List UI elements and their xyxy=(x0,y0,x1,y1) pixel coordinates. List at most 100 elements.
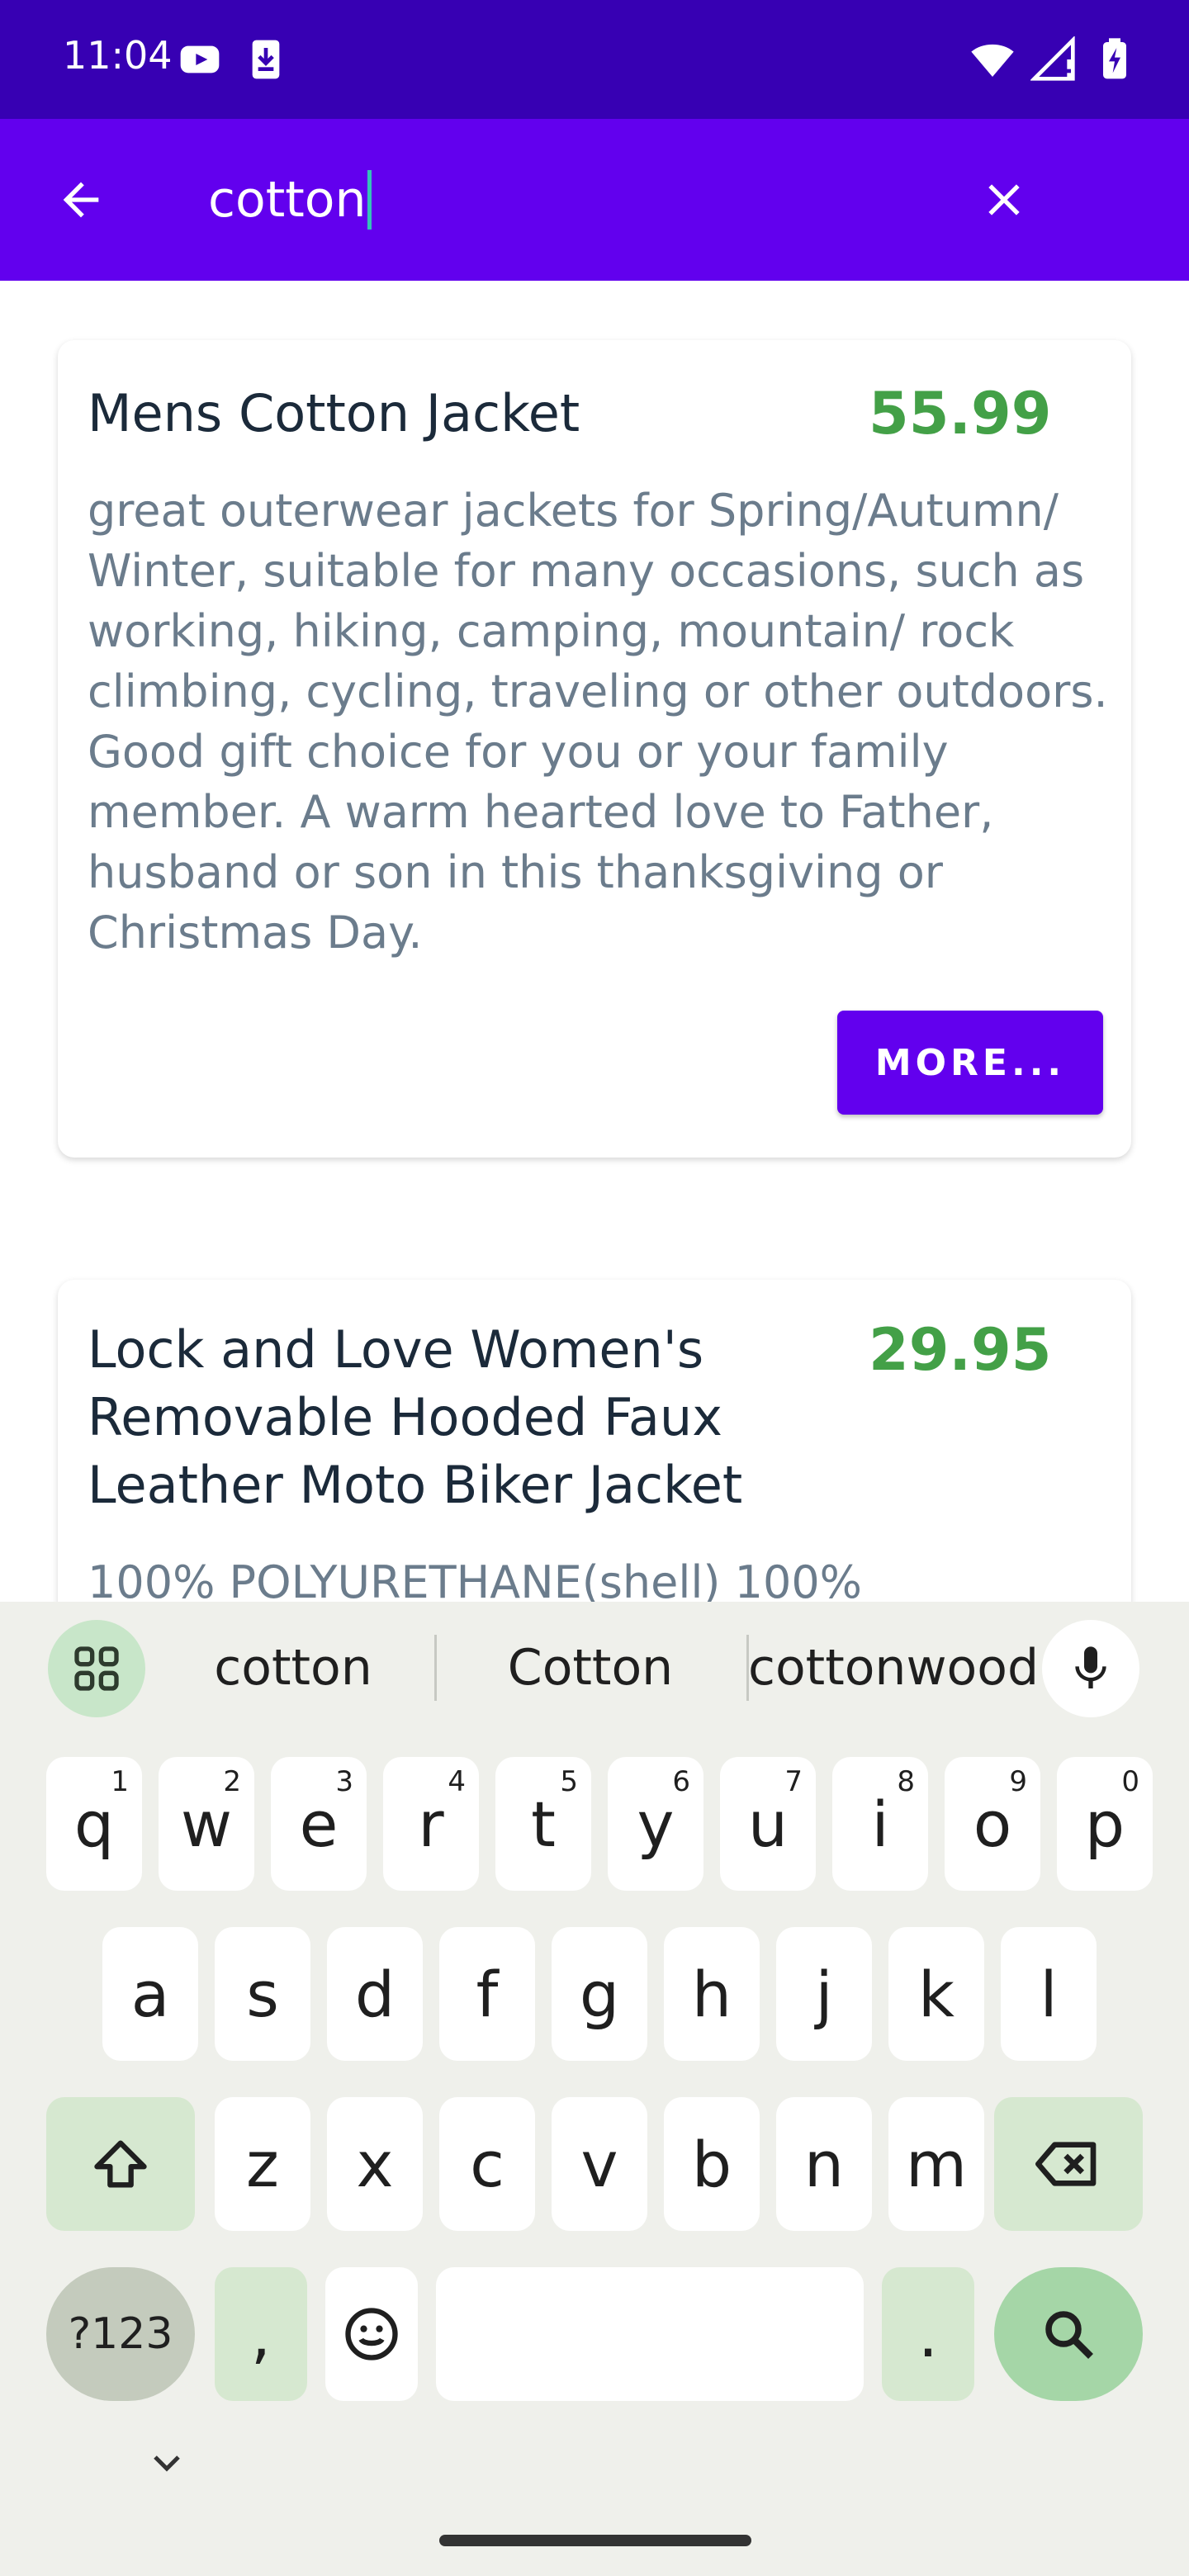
key-label: a xyxy=(130,1957,170,2031)
key-hint: 6 xyxy=(672,1765,690,1798)
on-screen-keyboard: cotton Cotton cottonwood ?123 , . q1w2e3… xyxy=(0,1602,1189,2576)
key-t[interactable]: t5 xyxy=(495,1757,591,1891)
key-o[interactable]: o9 xyxy=(945,1757,1040,1891)
key-hint: 3 xyxy=(335,1765,353,1798)
key-x[interactable]: x xyxy=(327,2097,423,2231)
suggestion-1[interactable]: cotton xyxy=(165,1602,421,1734)
product-card[interactable]: Lock and Love Women's Removable Hooded F… xyxy=(58,1280,1131,1602)
backspace-key[interactable] xyxy=(994,2097,1143,2231)
period-key[interactable]: . xyxy=(882,2267,974,2401)
product-description: 100% POLYURETHANE(shell) 100% xyxy=(88,1556,862,1602)
suggestion-divider xyxy=(434,1635,437,1701)
key-d[interactable]: d xyxy=(327,1927,423,2061)
key-label: m xyxy=(905,2127,968,2201)
arrow-back-icon xyxy=(63,182,99,218)
key-z[interactable]: z xyxy=(215,2097,310,2231)
text-cursor xyxy=(367,170,372,230)
suggestion-3[interactable]: cottonwood xyxy=(748,1602,1039,1734)
key-c[interactable]: c xyxy=(439,2097,535,2231)
wifi-icon xyxy=(969,36,1016,87)
key-n[interactable]: n xyxy=(776,2097,872,2231)
signal-icon xyxy=(1030,36,1077,87)
key-label: l xyxy=(1040,1957,1058,2031)
product-title: Lock and Love Women's Removable Hooded F… xyxy=(88,1319,743,1515)
back-button[interactable] xyxy=(48,167,114,233)
key-hint: 1 xyxy=(111,1765,129,1798)
key-label: y xyxy=(637,1787,675,1861)
key-y[interactable]: y6 xyxy=(608,1757,703,1891)
key-label: r xyxy=(418,1787,444,1861)
backspace-icon xyxy=(1035,2142,1097,2186)
key-hint: 2 xyxy=(223,1765,241,1798)
more-button[interactable]: MORE... xyxy=(837,1011,1103,1115)
space-key[interactable] xyxy=(436,2267,864,2401)
key-p[interactable]: p0 xyxy=(1057,1757,1153,1891)
apps-grid-button[interactable] xyxy=(48,1620,145,1717)
key-hint: 8 xyxy=(897,1765,915,1798)
comma-key[interactable]: , xyxy=(215,2267,307,2401)
key-label: s xyxy=(246,1957,279,2031)
key-label: k xyxy=(917,1957,955,2031)
key-hint: 5 xyxy=(560,1765,578,1798)
key-g[interactable]: g xyxy=(552,1927,647,2061)
product-card[interactable]: Mens Cotton Jacket 55.99 great outerwear… xyxy=(58,340,1131,1158)
key-label: q xyxy=(73,1787,115,1861)
microphone-icon xyxy=(1075,1646,1106,1688)
key-k[interactable]: k xyxy=(888,1927,984,2061)
close-icon xyxy=(988,184,1020,215)
key-m[interactable]: m xyxy=(888,2097,984,2231)
key-label: t xyxy=(531,1787,556,1861)
search-query: cotton xyxy=(208,171,367,229)
key-i[interactable]: i8 xyxy=(832,1757,928,1891)
key-label: d xyxy=(354,1957,396,2031)
key-b[interactable]: b xyxy=(664,2097,760,2231)
search-icon xyxy=(1045,2311,1093,2359)
key-e[interactable]: e3 xyxy=(271,1757,367,1891)
battery-charging-icon xyxy=(1092,36,1138,87)
youtube-icon xyxy=(177,36,223,87)
product-price: 55.99 xyxy=(869,380,1052,447)
key-label: c xyxy=(470,2127,504,2201)
status-bar: 11:04 xyxy=(0,0,1189,119)
key-label: f xyxy=(476,1957,499,2031)
product-price: 29.95 xyxy=(869,1316,1052,1384)
search-input[interactable]: cotton xyxy=(208,170,372,230)
key-hint: 0 xyxy=(1121,1765,1139,1798)
key-hint: 9 xyxy=(1009,1765,1027,1798)
emoji-icon xyxy=(345,2308,398,2361)
key-label: p xyxy=(1084,1787,1125,1861)
key-label: u xyxy=(747,1787,789,1861)
shift-key[interactable] xyxy=(46,2097,195,2231)
symbols-key[interactable]: ?123 xyxy=(46,2267,195,2401)
product-list: Mens Cotton Jacket 55.99 great outerwear… xyxy=(0,281,1189,1602)
home-gesture-bar[interactable] xyxy=(439,2535,751,2546)
key-label: v xyxy=(580,2127,618,2201)
key-hint: 4 xyxy=(448,1765,466,1798)
key-q[interactable]: q1 xyxy=(46,1757,142,1891)
hide-keyboard-button[interactable] xyxy=(147,2444,187,2484)
key-label: b xyxy=(691,2127,732,2201)
key-f[interactable]: f xyxy=(439,1927,535,2061)
key-v[interactable]: v xyxy=(552,2097,647,2231)
key-label: e xyxy=(299,1787,339,1861)
suggestion-2[interactable]: Cotton xyxy=(450,1602,731,1734)
key-w[interactable]: w2 xyxy=(159,1757,254,1891)
key-label: x xyxy=(356,2127,394,2201)
key-s[interactable]: s xyxy=(215,1927,310,2061)
emoji-key[interactable] xyxy=(325,2267,418,2401)
key-r[interactable]: r4 xyxy=(383,1757,479,1891)
shift-icon xyxy=(94,2140,147,2188)
key-label: o xyxy=(973,1787,1012,1861)
key-h[interactable]: h xyxy=(664,1927,760,2061)
grid-icon xyxy=(74,1646,119,1691)
key-j[interactable]: j xyxy=(776,1927,872,2061)
clear-search-button[interactable] xyxy=(971,167,1037,233)
key-a[interactable]: a xyxy=(102,1927,198,2061)
search-key[interactable] xyxy=(994,2267,1143,2401)
key-label: h xyxy=(691,1957,732,2031)
key-hint: 7 xyxy=(784,1765,803,1798)
key-u[interactable]: u7 xyxy=(720,1757,816,1891)
key-l[interactable]: l xyxy=(1001,1927,1097,2061)
search-app-bar: cotton xyxy=(0,119,1189,281)
voice-input-button[interactable] xyxy=(1042,1620,1139,1717)
